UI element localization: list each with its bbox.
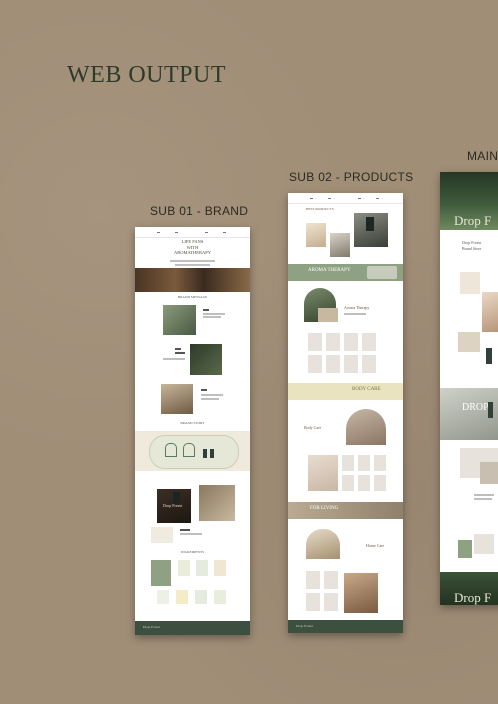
ingredient-feature-card xyxy=(151,560,171,586)
main-brand-sub: Brand Store xyxy=(462,246,482,251)
photo-hands-plant xyxy=(163,305,196,335)
panel-label-main: MAIN xyxy=(467,149,498,163)
panel-sub02-products[interactable]: BEST PRODUCTS AROMA THERAPY Aroma Therap… xyxy=(288,193,403,633)
footer-logo: Drop Forest xyxy=(143,625,160,629)
photo-woman-spray xyxy=(199,485,235,521)
aroma-therapy-band: AROMA THERAPY xyxy=(288,264,403,281)
aroma-subtitle: Aroma Therapy xyxy=(344,305,370,310)
footer: Drop Forest xyxy=(288,620,403,633)
drop-badge-icon xyxy=(183,443,195,457)
body-care-photo xyxy=(346,409,386,445)
footer-brand-text: Drop F xyxy=(454,590,492,605)
home-care-subtitle: Home Care xyxy=(366,543,385,548)
drop-banner-text: DROP xyxy=(462,402,489,413)
nav-bar xyxy=(135,227,250,238)
photo-hand-sun xyxy=(161,384,193,414)
aroma-band-title: AROMA THERAPY xyxy=(308,268,351,273)
section-brand-message: BRAND MESSAGE xyxy=(177,295,208,299)
home-care-photo xyxy=(306,529,340,559)
hero-forest: Drop F xyxy=(440,172,498,230)
nav-bar xyxy=(288,193,403,204)
panel-label-sub02: SUB 02 - PRODUCTS xyxy=(289,170,414,184)
panel-main[interactable]: Drop F Drop Forest Brand Store DROP Drop… xyxy=(440,172,498,605)
brand-story-band xyxy=(135,431,250,471)
body-care-band: BODY CARE xyxy=(288,383,403,400)
drop-banner: DROP xyxy=(440,388,498,440)
for-living-band: FOR LIVING xyxy=(288,502,403,519)
body-care-subtitle: Body Care xyxy=(304,425,322,430)
page-title: WEB OUTPUT xyxy=(67,62,226,88)
section-best-products: BEST PRODUCTS xyxy=(306,207,334,211)
hero-brand-text: Drop F xyxy=(454,213,492,228)
panel-label-sub01: SUB 01 - BRAND xyxy=(150,204,249,218)
footer: Drop Forest xyxy=(135,621,250,635)
panel-sub01-brand[interactable]: LIFE FANS WITH AROMATHERAPY BRAND MESSAG… xyxy=(135,227,250,635)
main-brand-name: Drop Forest xyxy=(462,240,482,245)
photo-forest xyxy=(190,344,222,375)
footer-forest: Drop F xyxy=(440,572,498,605)
hero-line-3: AROMATHERAPY xyxy=(173,250,211,255)
for-living-band-title: FOR LIVING xyxy=(310,506,339,511)
section-brand-story: BRAND STORY xyxy=(180,421,205,425)
leaf-badge-icon xyxy=(165,443,177,457)
hero-photo xyxy=(135,268,250,292)
body-care-band-title: BODY CARE xyxy=(352,387,381,392)
footer-logo: Drop Forest xyxy=(296,624,313,628)
section-ingredients: INGREDIENTS xyxy=(180,550,205,554)
